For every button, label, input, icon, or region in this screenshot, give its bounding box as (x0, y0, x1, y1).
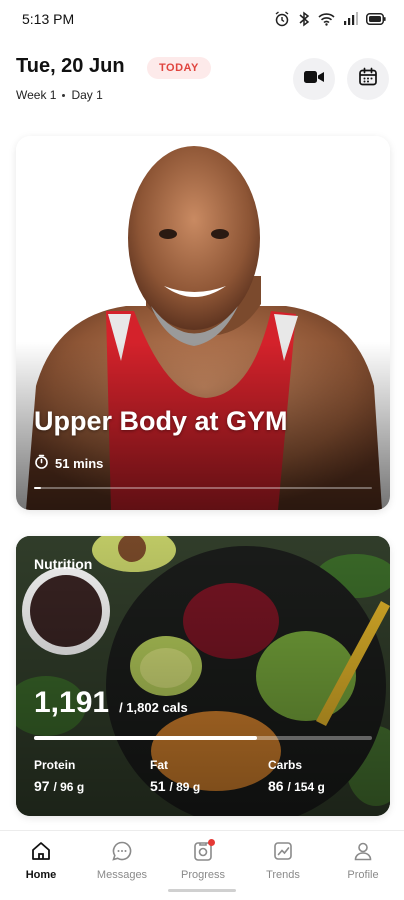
macro-protein: Protein 97 / 96 g (34, 758, 84, 794)
week-day-line: Week 1 Day 1 (16, 88, 103, 102)
calendar-button[interactable] (347, 58, 389, 100)
nav-item-trends[interactable]: Trends (243, 839, 323, 881)
workout-duration: 51 mins (34, 454, 103, 472)
home-indicator (168, 889, 236, 892)
trends-icon (271, 839, 295, 863)
workout-card[interactable]: Workout Upper Body at GYM 51 mins (16, 136, 390, 510)
signal-icon (343, 12, 358, 26)
nav-label: Messages (96, 869, 148, 881)
macro-value-row: 97 / 96 g (34, 778, 84, 794)
macro-target: / 89 g (169, 780, 201, 794)
macro-target: / 154 g (287, 780, 325, 794)
day-label: Day 1 (71, 88, 103, 102)
macro-value-row: 51 / 89 g (150, 778, 200, 794)
macro-carbs: Carbs 86 / 154 g (268, 758, 325, 794)
workout-duration-text: 51 mins (55, 455, 104, 471)
nav-label: Trends (266, 869, 300, 881)
macro-name: Fat (150, 758, 168, 772)
separator-dot (62, 93, 66, 97)
macro-fat: Fat 51 / 89 g (150, 758, 200, 794)
nav-label: Progress (180, 869, 226, 881)
calories-row: 1,191 / 1,802 cals (34, 686, 188, 720)
workout-label: Workout (34, 156, 91, 172)
alarm-icon (274, 11, 290, 27)
workout-progress-track (34, 487, 372, 489)
calories-target: / 1,802 cals (119, 700, 188, 715)
timer-icon (34, 454, 49, 472)
nav-item-home[interactable]: Home (1, 839, 81, 881)
workout-title: Upper Body at GYM (34, 406, 288, 436)
today-badge: TODAY (147, 57, 211, 79)
calories-progress-track (34, 736, 372, 740)
battery-icon (366, 13, 386, 25)
status-bar: 5:13 PM (0, 0, 404, 40)
macro-value: 97 (34, 778, 50, 794)
week-label: Week 1 (16, 88, 57, 102)
video-camera-icon (303, 69, 325, 90)
bluetooth-icon (298, 11, 310, 27)
nav-item-messages[interactable]: Messages (82, 839, 162, 881)
macro-value-row: 86 / 154 g (268, 778, 325, 794)
home-icon (29, 839, 53, 863)
macro-target: / 96 g (53, 780, 85, 794)
calendar-icon (358, 67, 378, 92)
nav-item-profile[interactable]: Profile (323, 839, 403, 881)
nutrition-card[interactable]: Nutrition 1,191 / 1,802 cals Protein 97 … (16, 536, 390, 816)
date-title: Tue, 20 Jun (16, 55, 125, 77)
macro-name: Protein (34, 758, 76, 772)
nav-item-progress[interactable]: Progress (163, 839, 243, 881)
nav-label: Profile (347, 869, 379, 881)
nav-label: Home (25, 869, 57, 881)
status-icons (274, 11, 386, 27)
calories-value: 1,191 (34, 686, 110, 719)
messages-icon (110, 839, 134, 863)
macro-value: 86 (268, 778, 284, 794)
macro-value: 51 (150, 778, 166, 794)
progress-icon (191, 839, 215, 863)
wifi-icon (318, 12, 335, 26)
profile-icon (351, 839, 375, 863)
status-time: 5:13 PM (22, 11, 75, 27)
calories-progress-fill (34, 736, 258, 740)
macro-name: Carbs (268, 758, 303, 772)
video-call-button[interactable] (293, 58, 335, 100)
nutrition-label: Nutrition (34, 556, 93, 572)
workout-progress-fill (34, 487, 41, 489)
notification-dot (208, 839, 215, 846)
